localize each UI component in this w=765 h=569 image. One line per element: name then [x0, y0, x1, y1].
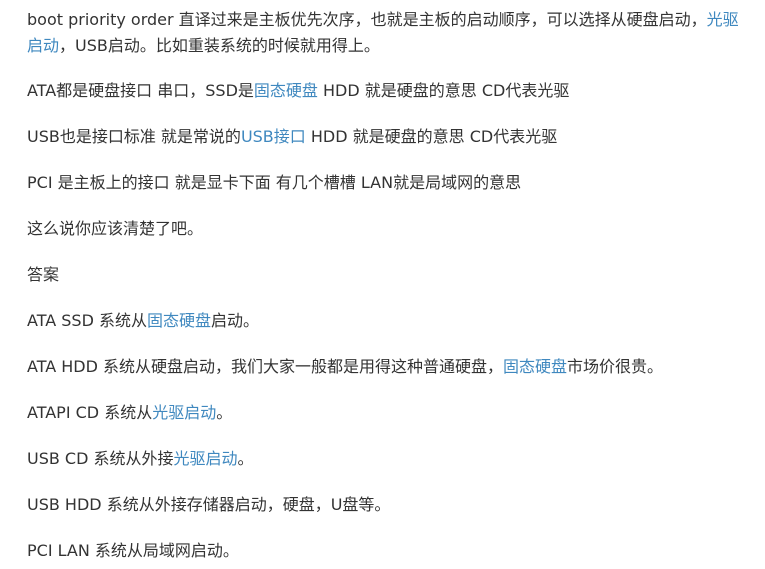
paragraph: 这么说你应该清楚了吧。 — [27, 216, 745, 242]
paragraph: ATA SSD 系统从固态硬盘启动。 — [27, 308, 745, 334]
paragraph: ATA都是硬盘接口 串口，SSD是固态硬盘 HDD 就是硬盘的意思 CD代表光驱 — [27, 78, 745, 104]
text-segment: HDD 就是硬盘的意思 CD代表光驱 — [305, 127, 558, 146]
text-segment: ，USB启动。比如重装系统的时候就用得上。 — [59, 36, 380, 55]
paragraph: PCI LAN 系统从局域网启动。 — [27, 538, 745, 564]
link-solid-state-drive[interactable]: 固态硬盘 — [254, 81, 318, 100]
text-segment: USB也是接口标准 就是常说的 — [27, 127, 241, 146]
link-usb-interface[interactable]: USB接口 — [241, 127, 306, 146]
text-segment: ATAPI CD 系统从 — [27, 403, 153, 422]
link-optical-drive-boot[interactable]: 光驱启动 — [174, 449, 238, 468]
text-segment: HDD 就是硬盘的意思 CD代表光驱 — [317, 81, 570, 100]
text-segment: 市场价很贵。 — [567, 357, 664, 376]
paragraph: boot priority order 直译过来是主板优先次序，也就是主板的启动… — [27, 7, 745, 59]
paragraph: USB CD 系统从外接光驱启动。 — [27, 446, 745, 472]
text-segment: 这么说你应该清楚了吧。 — [27, 219, 204, 238]
text-segment: boot priority order 直译过来是主板优先次序，也就是主板的启动… — [27, 10, 707, 29]
answer-heading: 答案 — [27, 262, 745, 288]
link-solid-state-drive[interactable]: 固态硬盘 — [147, 311, 211, 330]
paragraph: ATAPI CD 系统从光驱启动。 — [27, 400, 745, 426]
text-segment: USB HDD 系统从外接存储器启动，硬盘，U盘等。 — [27, 495, 391, 514]
text-segment: 。 — [216, 403, 233, 422]
text-segment: 。 — [237, 449, 254, 468]
link-optical-drive-boot[interactable]: 光驱启动 — [152, 403, 216, 422]
text-segment: 答案 — [27, 265, 60, 284]
text-segment: 启动。 — [211, 311, 260, 330]
text-segment: USB CD 系统从外接 — [27, 449, 174, 468]
paragraph: ATA HDD 系统从硬盘启动，我们大家一般都是用得这种普通硬盘，固态硬盘市场价… — [27, 354, 745, 380]
paragraph: USB HDD 系统从外接存储器启动，硬盘，U盘等。 — [27, 492, 745, 518]
text-segment: ATA HDD 系统从硬盘启动，我们大家一般都是用得这种普通硬盘， — [27, 357, 504, 376]
text-segment: ATA都是硬盘接口 串口，SSD是 — [27, 81, 254, 100]
text-segment: ATA SSD 系统从 — [27, 311, 147, 330]
text-segment: PCI 是主板上的接口 就是显卡下面 有几个槽槽 LAN就是局域网的意思 — [27, 173, 522, 192]
paragraph: PCI 是主板上的接口 就是显卡下面 有几个槽槽 LAN就是局域网的意思 — [27, 170, 745, 196]
paragraph: USB也是接口标准 就是常说的USB接口 HDD 就是硬盘的意思 CD代表光驱 — [27, 124, 745, 150]
link-solid-state-drive[interactable]: 固态硬盘 — [503, 357, 567, 376]
article-body: boot priority order 直译过来是主板优先次序，也就是主板的启动… — [0, 0, 765, 569]
text-segment: PCI LAN 系统从局域网启动。 — [27, 541, 239, 560]
